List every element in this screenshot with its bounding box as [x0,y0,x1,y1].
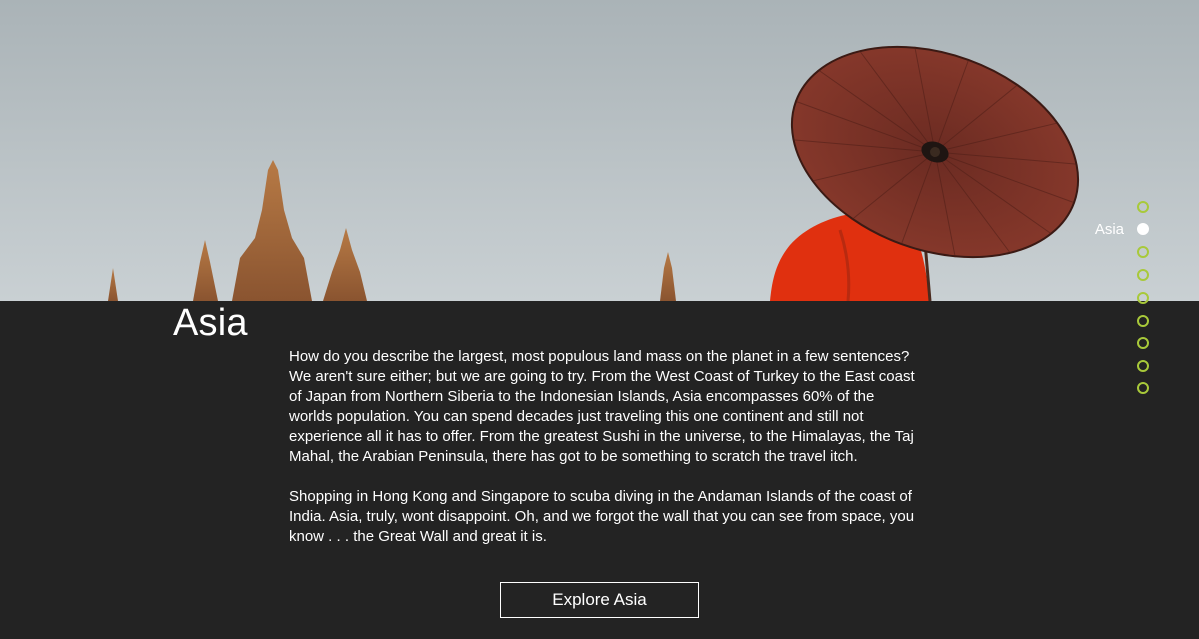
section-description: How do you describe the largest, most po… [289,347,915,547]
nav-dot [1137,360,1149,372]
section-title: Asia [173,302,248,344]
dot-nav-item[interactable] [1137,245,1149,259]
description-paragraph-2: Shopping in Hong Kong and Singapore to s… [289,488,915,545]
dot-nav-item[interactable] [1137,291,1149,305]
dot-nav-item[interactable] [1137,359,1149,373]
dot-nav-item[interactable] [1137,268,1149,282]
nav-dot-active [1137,223,1149,235]
hero-image [0,0,1199,301]
dot-nav-item[interactable] [1137,336,1149,350]
dot-nav-item[interactable] [1137,381,1149,395]
nav-dot [1137,315,1149,327]
nav-dot [1137,382,1149,394]
dot-nav-label: Asia [1094,220,1124,238]
section-dot-nav: Asia [1095,200,1155,400]
description-paragraph-1: How do you describe the largest, most po… [289,348,915,465]
dot-nav-item-asia[interactable]: Asia [1094,220,1149,238]
nav-dot [1137,292,1149,304]
explore-asia-button[interactable]: Explore Asia [500,582,699,618]
nav-dot [1137,337,1149,349]
dot-nav-item[interactable] [1137,314,1149,328]
dot-nav-item[interactable] [1137,200,1149,214]
hero-photo-illustration [0,0,1199,301]
nav-dot [1137,269,1149,281]
nav-dot [1137,246,1149,258]
nav-dot [1137,201,1149,213]
